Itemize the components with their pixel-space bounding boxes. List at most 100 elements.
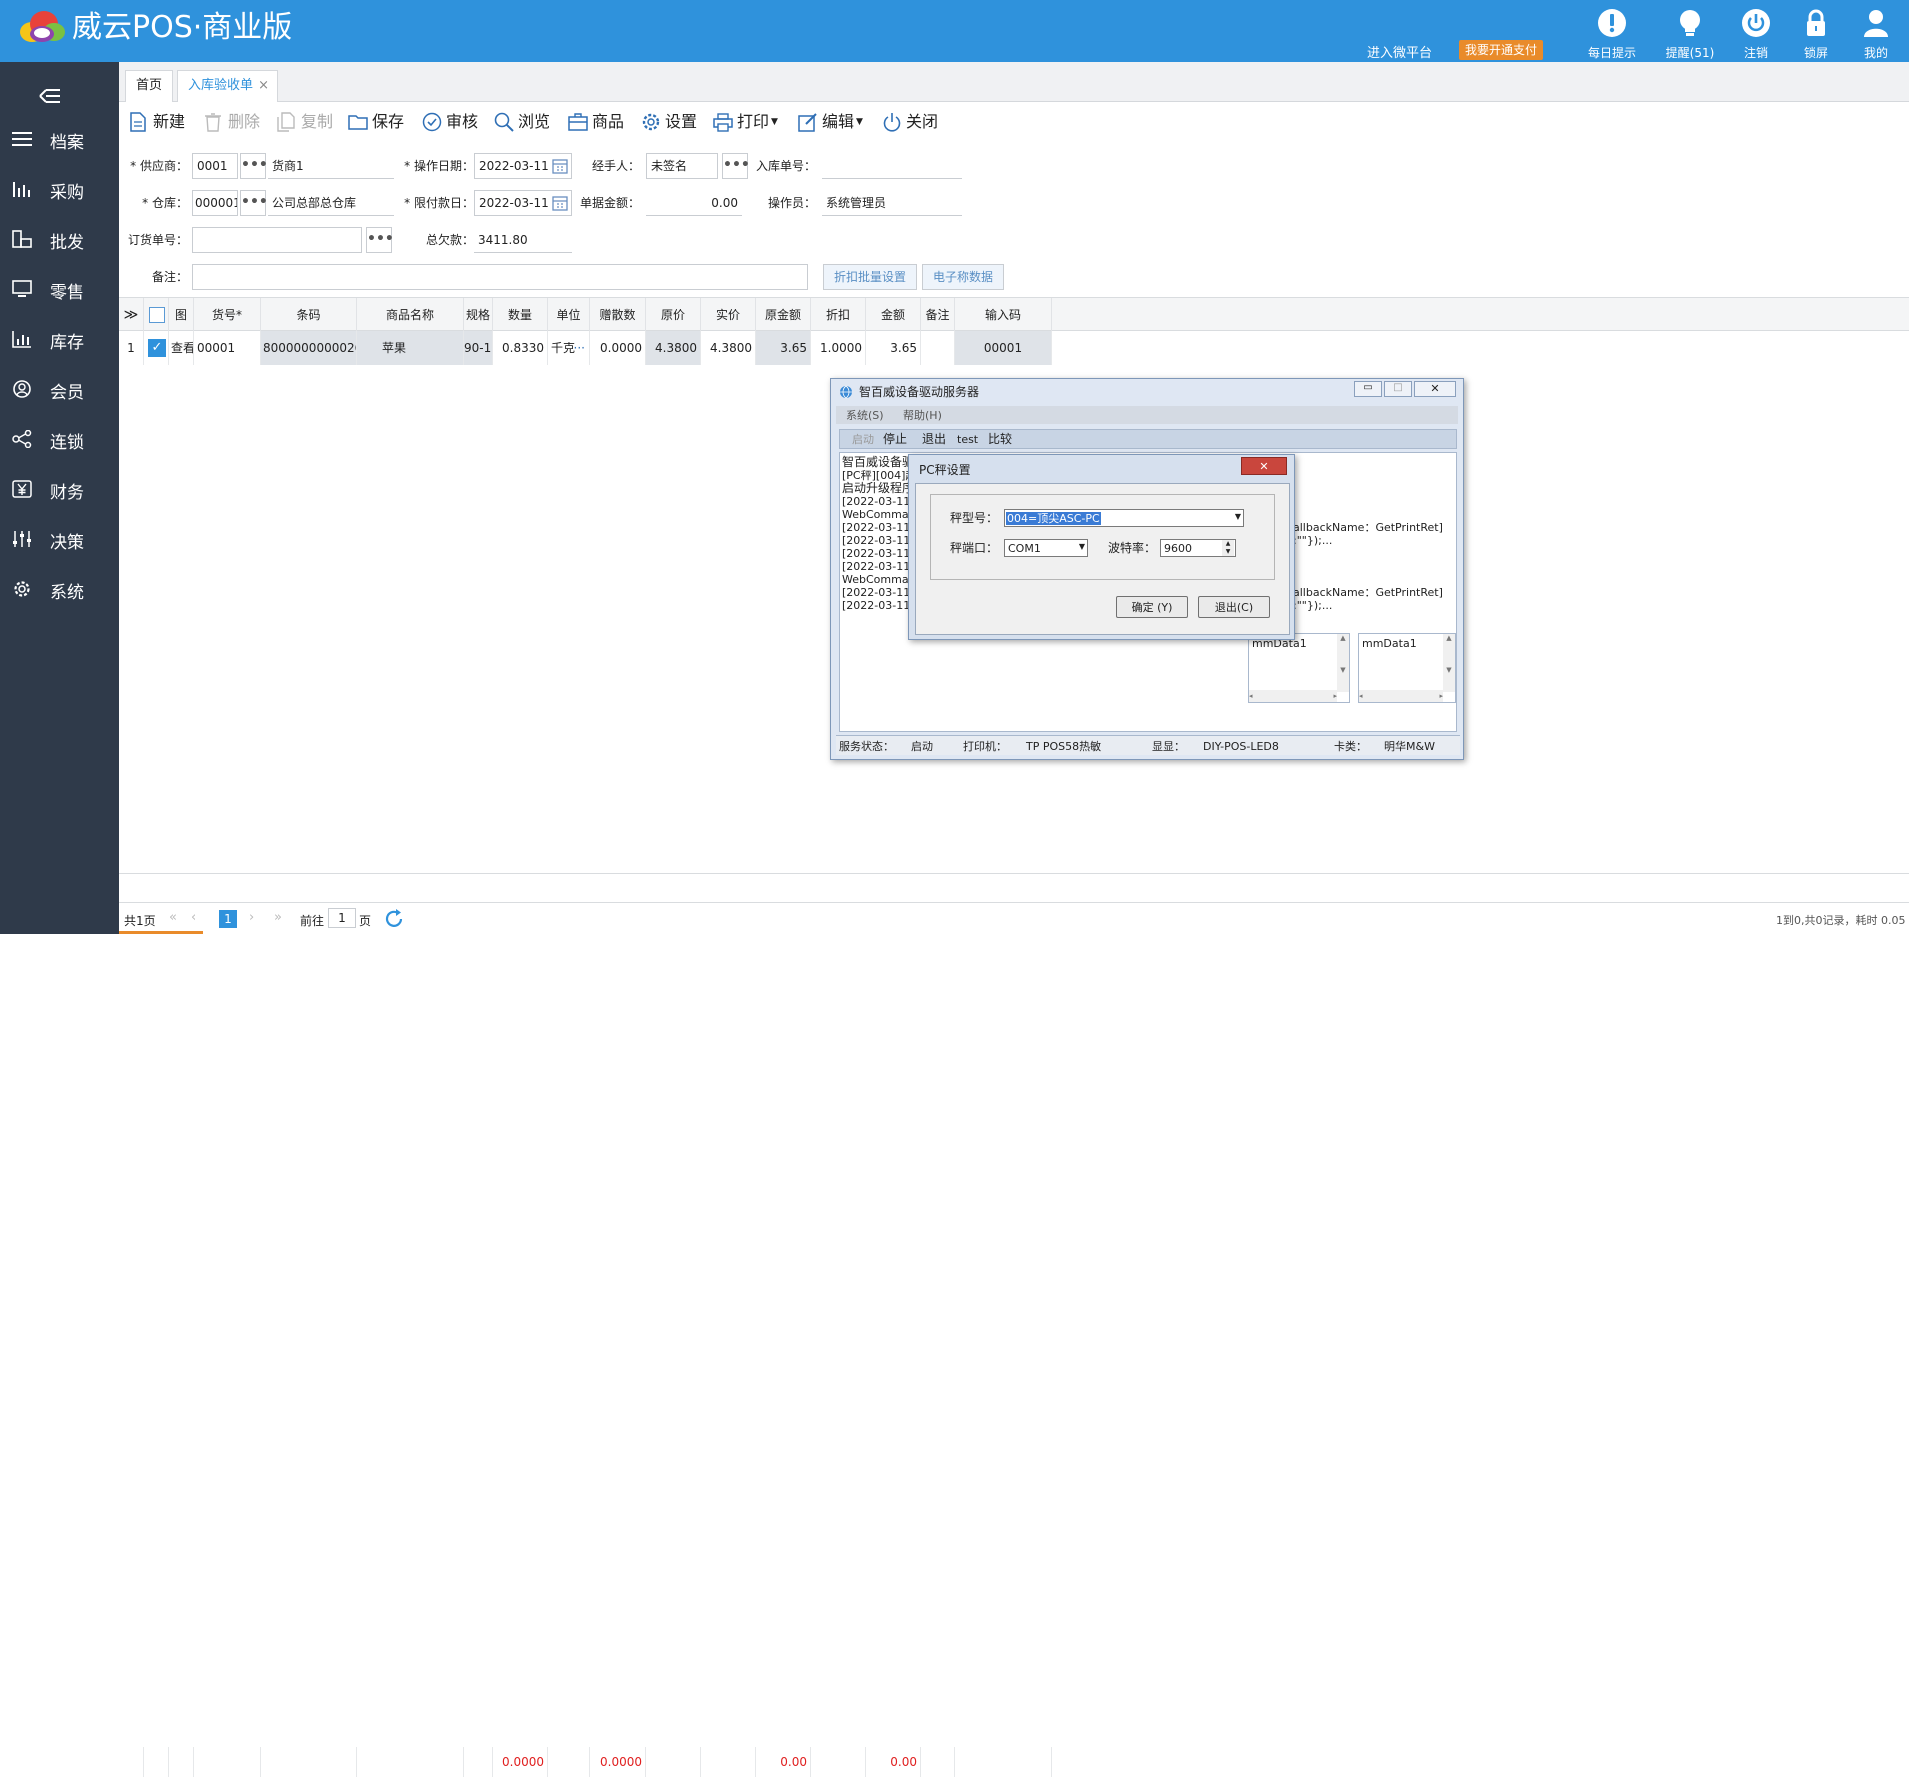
stop-button[interactable]: 停止 [883, 433, 907, 446]
col-orig-amount[interactable]: 原金额 [756, 298, 811, 332]
unit-more-icon[interactable]: ··· [574, 331, 585, 365]
sidebar-item-chain[interactable]: 连锁 [0, 414, 119, 464]
baud-rate-spinner[interactable]: 9600 ▲ ▼ [1160, 539, 1236, 557]
new-button[interactable]: 新建 [129, 110, 189, 134]
calendar-icon[interactable] [552, 158, 568, 174]
compare-button[interactable]: 比较 [988, 433, 1012, 446]
sidebar-item-finance[interactable]: 财务 [0, 464, 119, 514]
col-discount[interactable]: 折扣 [811, 298, 866, 332]
minimize-icon[interactable]: ▭ [1354, 381, 1382, 397]
my-account-button[interactable]: 我的 [1836, 0, 1909, 62]
stock-no-field[interactable] [822, 153, 962, 179]
row-qty[interactable]: 0.8330 [493, 331, 548, 365]
row-view-link[interactable]: 查看 [169, 331, 194, 365]
collapse-icon[interactable] [38, 86, 62, 106]
exit-button[interactable]: 退出 [922, 433, 946, 446]
row-discount[interactable]: 1.0000 [811, 331, 866, 365]
col-gift[interactable]: 赠散数 [590, 298, 646, 332]
calendar-icon[interactable] [552, 195, 568, 211]
save-button[interactable]: 保存 [348, 110, 410, 134]
scale-port-select[interactable]: COM1 ▼ [1004, 539, 1088, 557]
col-image[interactable]: 图 [169, 298, 194, 332]
dialog-close-icon[interactable]: ✕ [1241, 457, 1287, 475]
col-name[interactable]: 商品名称 [357, 298, 464, 332]
copy-button[interactable]: 复制 [277, 110, 337, 134]
supplier-picker-button[interactable]: ••• [240, 153, 268, 179]
tab-close-icon[interactable]: × [258, 71, 269, 101]
expand-icon[interactable]: ≫ [119, 298, 144, 332]
current-page[interactable]: 1 [219, 910, 237, 928]
discount-batch-button[interactable]: 折扣批量设置 [823, 264, 918, 290]
test-button[interactable]: test [957, 433, 978, 446]
row-barcode[interactable]: 8000000000026 [261, 331, 357, 365]
sidebar-item-decision[interactable]: 决策 [0, 514, 119, 564]
sidebar-item-retail[interactable]: 零售 [0, 264, 119, 314]
memo-scrollbar[interactable]: ▲ ▼ [1337, 634, 1349, 692]
last-page-icon[interactable]: » [274, 910, 282, 925]
goto-page-input[interactable]: 1 [328, 908, 356, 928]
col-qty[interactable]: 数量 [493, 298, 548, 332]
sidebar-item-purchase[interactable]: 采购 [0, 164, 119, 214]
row-code[interactable]: 00001 [194, 331, 261, 365]
delete-button[interactable]: 删除 [204, 110, 264, 134]
prev-page-icon[interactable]: ‹ [191, 910, 196, 925]
scale-model-select[interactable]: 004=顶尖ASC-PC ▼ [1004, 509, 1244, 527]
audit-button[interactable]: 审核 [422, 110, 484, 134]
select-all-checkbox[interactable] [149, 307, 165, 323]
col-amount[interactable]: 金额 [866, 298, 921, 332]
col-remark[interactable]: 备注 [921, 298, 955, 332]
col-orig-price[interactable]: 原价 [646, 298, 701, 332]
remark-input[interactable] [192, 264, 808, 290]
start-button[interactable]: 启动 [852, 433, 874, 446]
settings-button[interactable]: 设置 [641, 110, 703, 134]
enter-micro-platform-link[interactable]: 进入微平台 [1367, 42, 1432, 61]
refresh-icon[interactable] [383, 908, 405, 930]
col-price[interactable]: 实价 [701, 298, 756, 332]
window-close-icon[interactable]: ✕ [1414, 381, 1456, 397]
row-name[interactable]: 苹果 [357, 331, 464, 365]
warehouse-name-field[interactable]: 公司总部总仓库 [268, 190, 394, 216]
sidebar-item-wholesale[interactable]: 批发 [0, 214, 119, 264]
col-unit[interactable]: 单位 [548, 298, 590, 332]
spinner-arrows-icon[interactable]: ▲ ▼ [1222, 540, 1234, 556]
edit-button[interactable]: 编辑 ▼ [798, 110, 870, 134]
order-no-input[interactable] [192, 227, 362, 253]
dialog-cancel-button[interactable]: 退出(C) [1198, 596, 1270, 618]
supplier-name-field[interactable]: 货商1 [268, 153, 394, 179]
col-input-code[interactable]: 输入码 [955, 298, 1052, 332]
row-remark[interactable] [921, 331, 955, 365]
col-code[interactable]: 货号* [194, 298, 261, 332]
daily-tips-button[interactable]: 每日提示 [1572, 0, 1652, 62]
scale-data-button[interactable]: 电子称数据 [922, 264, 1005, 290]
sidebar-item-archive[interactable]: 档案 [0, 114, 119, 164]
memo-hscrollbar[interactable]: ◂ ▸ [1249, 690, 1337, 702]
tab-stock-receipt[interactable]: 入库验收单 × [177, 70, 279, 102]
warehouse-picker-button[interactable]: ••• [240, 190, 268, 216]
handler-input[interactable]: 未签名 [646, 153, 718, 179]
dialog-ok-button[interactable]: 确定 (Y) [1116, 596, 1188, 618]
warehouse-code-input[interactable]: 000001 [192, 190, 238, 216]
menu-system[interactable]: 系统(S) [846, 409, 884, 422]
first-page-icon[interactable]: « [169, 910, 177, 925]
memo-box-2[interactable]: mmData1 ▲ ▼ ◂ ▸ [1358, 633, 1456, 703]
sidebar-item-system[interactable]: 系统 [0, 564, 119, 614]
sidebar-item-inventory[interactable]: 库存 [0, 314, 119, 364]
order-picker-button[interactable]: ••• [366, 227, 394, 253]
memo-box-1[interactable]: mmData1 ▲ ▼ ◂ ▸ [1248, 633, 1350, 703]
maximize-icon[interactable]: □ [1384, 381, 1412, 397]
row-amount[interactable]: 3.65 [866, 331, 921, 365]
next-page-icon[interactable]: › [249, 910, 254, 925]
print-button[interactable]: 打印 ▼ [713, 110, 785, 134]
enable-payment-button[interactable]: 我要开通支付 [1459, 40, 1544, 60]
goods-button[interactable]: 商品 [568, 110, 630, 134]
tab-home[interactable]: 首页 [125, 70, 174, 102]
sidebar-item-member[interactable]: 会员 [0, 364, 119, 414]
memo-scrollbar[interactable]: ▲ ▼ [1443, 634, 1455, 692]
browse-button[interactable]: 浏览 [494, 110, 556, 134]
close-button[interactable]: 关闭 [882, 110, 944, 134]
row-gift[interactable]: 0.0000 [590, 331, 646, 365]
row-checkbox-checked[interactable]: ✓ [148, 339, 166, 357]
row-unit[interactable]: 千克 ··· [548, 331, 590, 365]
col-spec[interactable]: 规格 [464, 298, 493, 332]
memo-hscrollbar[interactable]: ◂ ▸ [1359, 690, 1443, 702]
